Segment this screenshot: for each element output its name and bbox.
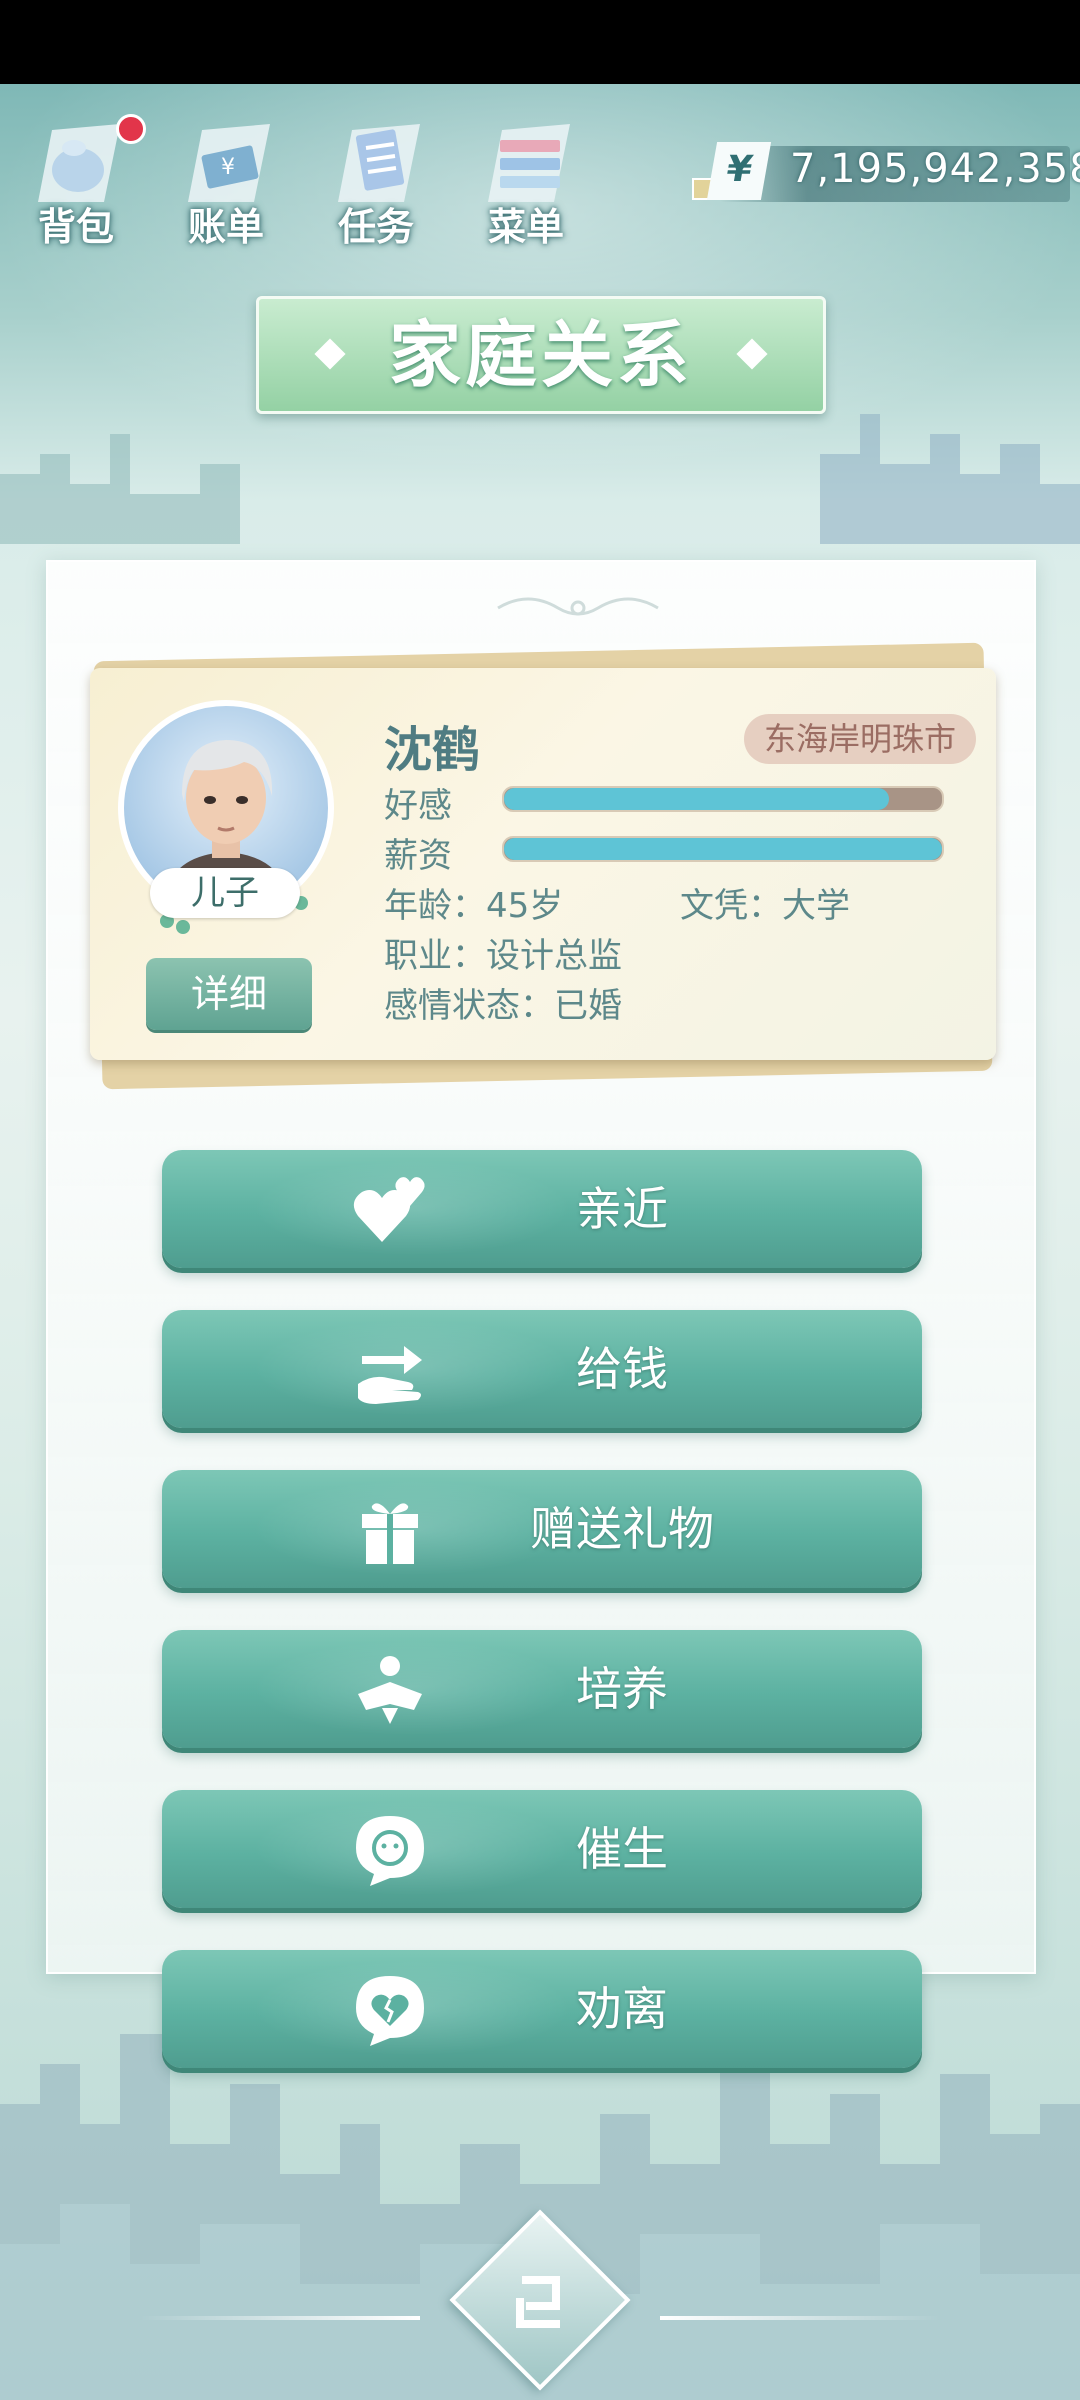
- detail-button[interactable]: 详细: [146, 958, 312, 1030]
- action-label: 亲近: [576, 1182, 668, 1236]
- top-navigation: 背包 ¥ 账单 任务 菜单 ¥ 7,195,942,358: [0, 84, 1080, 249]
- svg-text:¥: ¥: [221, 155, 235, 180]
- hearts-icon: [353, 1177, 425, 1242]
- action-label: 劝离: [576, 1982, 668, 2036]
- nav-backpack[interactable]: 背包: [16, 100, 146, 249]
- money-value: 7,195,942,358: [790, 146, 1080, 192]
- bill-icon: ¥: [188, 124, 270, 202]
- scroll-ornament-icon: [497, 597, 659, 616]
- character-name: 沈鹤: [384, 722, 481, 778]
- page-title-plate: 家庭关系: [256, 296, 826, 414]
- broken-heart-bubble-icon: [356, 1976, 424, 2046]
- affection-label: 好感: [384, 786, 452, 826]
- action-button-nurture[interactable]: 培养: [162, 1630, 922, 1748]
- backpack-icon: [38, 124, 120, 202]
- city-tag: 东海岸明珠市: [744, 714, 976, 764]
- yuan-icon: ¥: [706, 142, 772, 200]
- task-list-icon: [338, 124, 420, 202]
- character-card: 儿子 详细 沈鹤 东海岸明珠市 好感 薪资 年龄：45岁 文凭：大学 职业：设计…: [90, 668, 996, 1060]
- menu-icon: [488, 124, 570, 202]
- nav-menu[interactable]: 菜单: [466, 100, 586, 249]
- nav-bill-label: 账单: [187, 205, 264, 249]
- action-label: 催生: [576, 1822, 668, 1876]
- nav-task-label: 任务: [337, 205, 414, 249]
- action-button-close[interactable]: 亲近: [162, 1150, 922, 1268]
- affection-bar-fill: [504, 788, 890, 810]
- return-arrow-icon: [516, 2276, 560, 2328]
- salary-bar-fill: [504, 838, 942, 860]
- baby-bubble-icon: [356, 1816, 424, 1886]
- gift-icon: [362, 1503, 418, 1564]
- action-label: 给钱: [576, 1342, 668, 1396]
- give-money-icon: [358, 1346, 422, 1404]
- reading-person-icon: [358, 1656, 422, 1724]
- action-label: 培养: [576, 1662, 668, 1716]
- notification-badge: [116, 114, 146, 144]
- job-info: 职业：设计总监: [384, 936, 622, 976]
- age-info: 年龄：45岁: [384, 886, 564, 926]
- action-button-urge-birth[interactable]: 催生: [162, 1790, 922, 1908]
- relation-tag: 儿子: [150, 868, 300, 918]
- relationship-status-info: 感情状态：已婚: [384, 986, 622, 1026]
- action-button-persuade-divorce[interactable]: 劝离: [162, 1950, 922, 2068]
- action-label: 赠送礼物: [530, 1502, 714, 1556]
- nav-backpack-label: 背包: [37, 205, 114, 249]
- education-info: 文凭：大学: [680, 886, 850, 926]
- action-button-give-money[interactable]: 给钱: [162, 1310, 922, 1428]
- status-bar: [0, 0, 1080, 84]
- nav-task[interactable]: 任务: [316, 100, 436, 249]
- action-button-gift[interactable]: 赠送礼物: [162, 1470, 922, 1588]
- salary-bar: [502, 836, 944, 862]
- nav-menu-label: 菜单: [487, 205, 564, 249]
- nav-bill[interactable]: ¥ 账单: [166, 100, 286, 249]
- salary-label: 薪资: [384, 836, 452, 876]
- affection-bar: [502, 786, 944, 812]
- money-display: ¥ 7,195,942,358: [690, 142, 1080, 206]
